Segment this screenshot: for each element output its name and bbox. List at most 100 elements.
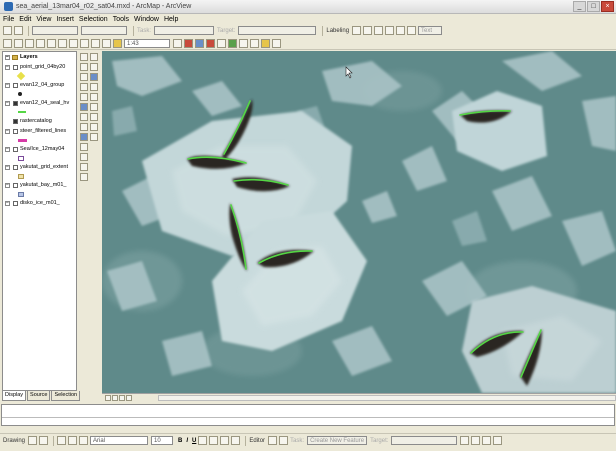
html-popup-icon[interactable] (90, 123, 98, 131)
menu-insert[interactable]: Insert (56, 16, 74, 23)
data-view-icon[interactable] (105, 395, 111, 401)
drawing-menu[interactable]: Drawing (3, 438, 25, 444)
fill-color-icon[interactable] (209, 436, 219, 445)
viewer-icon[interactable] (80, 153, 88, 161)
redo-icon[interactable] (102, 38, 111, 48)
font-size-select[interactable]: 10 (151, 436, 174, 445)
bold-button[interactable]: B (178, 438, 182, 444)
view-unplaced-icon[interactable] (407, 26, 417, 35)
rectangle-icon[interactable] (57, 436, 67, 445)
time-slider-icon[interactable] (90, 133, 98, 141)
pause-drawing-icon[interactable] (126, 395, 132, 401)
find-icon[interactable] (90, 103, 98, 111)
select-elements-icon[interactable] (90, 93, 98, 101)
close-button[interactable]: × (601, 1, 614, 12)
toc-layer-row[interactable]: − steer_filtered_lines (3, 126, 76, 136)
menu-help[interactable]: Help (164, 16, 178, 23)
layer-visibility-checkbox[interactable] (13, 146, 18, 152)
layer-visibility-checkbox[interactable] (13, 118, 18, 124)
add-data-icon[interactable] (113, 38, 122, 48)
label-priority-icon[interactable] (363, 26, 373, 35)
lock-labels-icon[interactable] (385, 26, 395, 35)
select-elements-icon[interactable] (28, 436, 38, 445)
help-icon[interactable] (272, 38, 281, 48)
toc-layer-row[interactable]: rastercatalog (3, 116, 76, 126)
maximize-button[interactable]: □ (587, 1, 600, 12)
identify-icon[interactable] (261, 38, 270, 48)
layout-view-icon[interactable] (112, 395, 118, 401)
sketch-properties-icon[interactable] (493, 436, 503, 445)
menu-edit[interactable]: Edit (19, 16, 31, 23)
task-select[interactable] (154, 26, 215, 35)
layer-icon[interactable] (14, 26, 23, 35)
go-to-xy-icon[interactable] (80, 133, 88, 141)
layer-select[interactable] (32, 26, 78, 35)
toc-layer-row[interactable]: − evan12_04_seal_hv (3, 98, 76, 108)
swipe-icon[interactable] (80, 123, 88, 131)
draw-icon[interactable] (80, 173, 88, 181)
editor-toolbar-icon[interactable] (173, 38, 182, 48)
collapse-icon[interactable]: − (5, 182, 10, 188)
collapse-icon[interactable]: − (5, 146, 10, 152)
georef-select[interactable] (81, 26, 127, 35)
labeling-toolbar-label[interactable]: Labeling (326, 28, 349, 34)
print-icon[interactable] (36, 38, 45, 48)
target-select[interactable] (238, 26, 317, 35)
paste-icon[interactable] (69, 38, 78, 48)
open-icon[interactable] (14, 38, 23, 48)
model-builder-icon[interactable] (228, 38, 237, 48)
layer-visibility-checkbox[interactable] (13, 82, 18, 88)
menu-view[interactable]: View (36, 16, 51, 23)
python-icon[interactable] (239, 38, 248, 48)
hyperlink-icon[interactable] (80, 113, 88, 121)
toc-layers-root[interactable]: − Layers (3, 52, 76, 62)
pan-icon[interactable] (80, 73, 88, 81)
menu-window[interactable]: Window (134, 16, 159, 23)
marker-color-icon[interactable] (231, 436, 241, 445)
new-icon[interactable] (3, 38, 12, 48)
zoom-out-icon[interactable] (90, 53, 98, 61)
undo-icon[interactable] (91, 38, 100, 48)
collapse-icon[interactable]: − (5, 164, 10, 170)
menu-file[interactable]: File (3, 16, 14, 23)
layer-visibility-checkbox[interactable] (13, 164, 18, 170)
toc-layer-row[interactable]: − point_grid_04by20 (3, 62, 76, 72)
label-weight-icon[interactable] (374, 26, 384, 35)
toc-layer-row[interactable]: − Sea/Ice_12may04 (3, 144, 76, 154)
rotate-icon[interactable] (39, 436, 49, 445)
identify-icon[interactable] (80, 103, 88, 111)
whats-this-icon[interactable] (217, 38, 226, 48)
layer-visibility-checkbox[interactable] (13, 100, 18, 106)
route-icon[interactable] (80, 163, 88, 171)
tab-selection[interactable]: Selection (51, 391, 81, 401)
forward-extent-icon[interactable] (90, 83, 98, 91)
layer-visibility-checkbox[interactable] (13, 64, 18, 70)
sketch-tool-icon[interactable] (279, 436, 289, 445)
line-color-icon[interactable] (220, 436, 230, 445)
full-extent-icon[interactable] (90, 73, 98, 81)
zoom-in-icon[interactable] (80, 53, 88, 61)
copy-icon[interactable] (58, 38, 67, 48)
collapse-icon[interactable]: − (5, 200, 10, 206)
layer-visibility-checkbox[interactable] (13, 128, 18, 134)
measure-icon[interactable] (90, 113, 98, 121)
menu-tools[interactable]: Tools (113, 16, 129, 23)
rotate-tool-icon[interactable] (471, 436, 481, 445)
create-task-select[interactable]: Create New Feature (307, 436, 368, 445)
command-line-area[interactable] (1, 404, 615, 426)
table-icon[interactable] (250, 38, 259, 48)
label-manager-icon[interactable] (352, 26, 362, 35)
collapse-icon[interactable]: − (5, 64, 10, 70)
arctoolbox-icon[interactable] (184, 38, 193, 48)
minimize-button[interactable]: _ (573, 1, 586, 12)
back-extent-icon[interactable] (80, 83, 88, 91)
arccatalog-icon[interactable] (195, 38, 204, 48)
toc-layer-row[interactable]: − evan12_04_group (3, 80, 76, 90)
menu-selection[interactable]: Selection (79, 16, 108, 23)
edit-target-select[interactable] (391, 436, 458, 445)
collapse-icon[interactable]: − (5, 100, 10, 106)
toc-layer-row[interactable]: − yakutat_grid_extent (3, 162, 76, 172)
tab-display[interactable]: Display (2, 391, 27, 401)
editor-menu[interactable]: Editor (249, 438, 265, 444)
horizontal-scrollbar[interactable] (158, 395, 616, 401)
